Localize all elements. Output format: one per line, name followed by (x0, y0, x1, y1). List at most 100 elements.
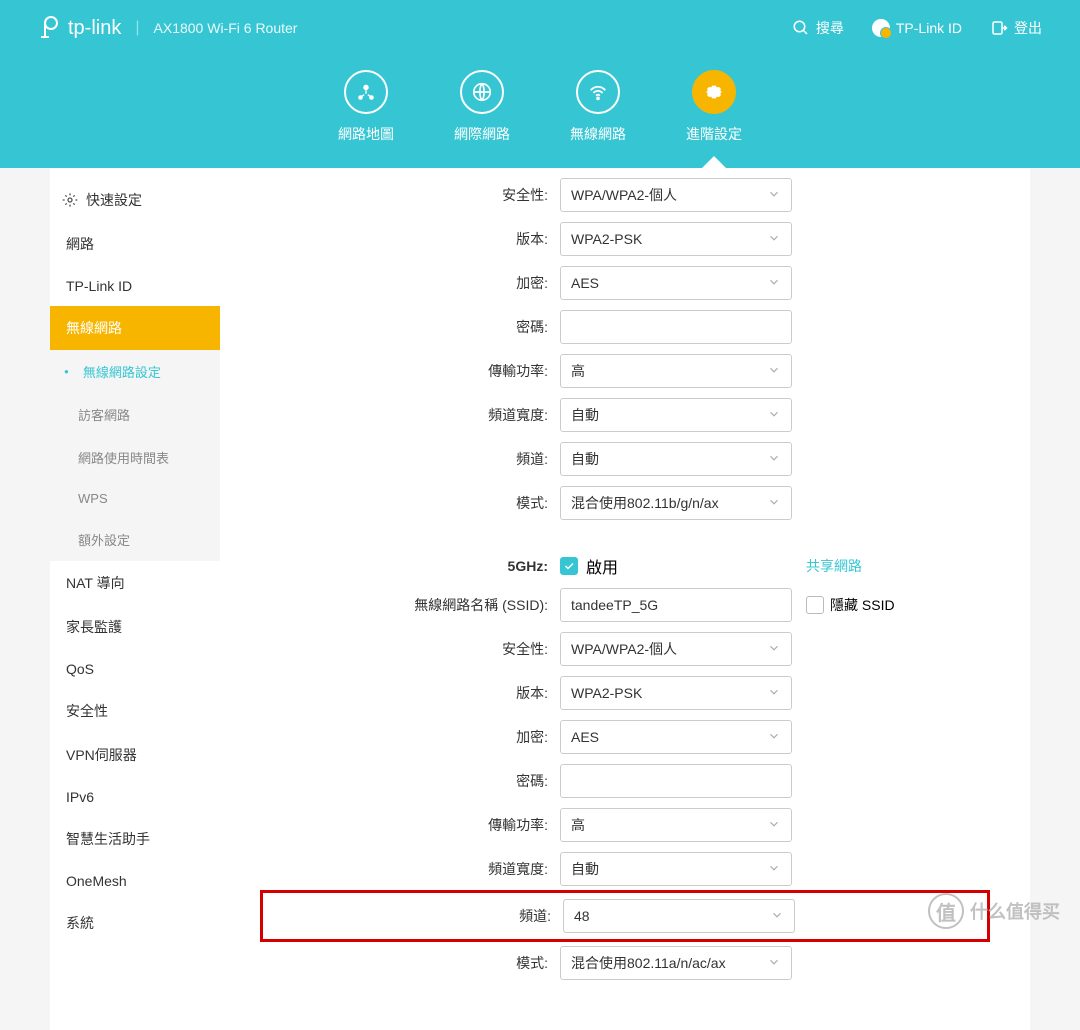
label-5ghz: 5GHz: (260, 558, 560, 574)
search-button[interactable]: 搜尋 (792, 18, 844, 38)
label-chanwidth-24: 頻道寬度: (260, 405, 560, 425)
network-map-icon (355, 81, 377, 103)
label-txpower-5g: 傳輸功率: (260, 815, 560, 835)
select-txpower-24[interactable]: 高 (560, 354, 792, 388)
chevron-down-icon (767, 451, 781, 468)
select-mode-5g[interactable]: 混合使用802.11a/n/ac/ax (560, 946, 792, 980)
select-chanwidth-24[interactable]: 自動 (560, 398, 792, 432)
chevron-down-icon (767, 861, 781, 878)
checkbox-hide-ssid-5g[interactable] (806, 596, 824, 614)
globe-icon (471, 81, 493, 103)
sidebar-sub-wireless-settings[interactable]: 無線網路設定 (50, 350, 220, 393)
sidebar-item-security[interactable]: 安全性 (50, 689, 220, 733)
chevron-down-icon (767, 955, 781, 972)
chevron-down-icon (767, 641, 781, 658)
sidebar-sub-wps[interactable]: WPS (50, 479, 220, 518)
label-mode-5g: 模式: (260, 953, 560, 973)
sidebar-item-wireless[interactable]: 無線網路 (50, 306, 220, 350)
chevron-down-icon (767, 275, 781, 292)
chevron-down-icon (770, 908, 784, 925)
brand-logo: tp-link (38, 15, 121, 41)
label-chanwidth-5g: 頻道寬度: (260, 859, 560, 879)
select-channel-5g[interactable]: 48 (563, 899, 795, 933)
sidebar-item-ipv6[interactable]: IPv6 (50, 777, 220, 817)
select-version-5g[interactable]: WPA2-PSK (560, 676, 792, 710)
chevron-down-icon (767, 231, 781, 248)
label-password-5g: 密碼: (260, 771, 560, 791)
sidebar-item-vpn[interactable]: VPN伺服器 (50, 733, 220, 777)
chevron-down-icon (767, 407, 781, 424)
sidebar-item-network[interactable]: 網路 (50, 222, 220, 266)
tplink-logo-icon (38, 15, 62, 41)
wifi-icon (587, 81, 609, 103)
select-security-24[interactable]: WPA/WPA2-個人 (560, 178, 792, 212)
sidebar-sub-guest-network[interactable]: 訪客網路 (50, 393, 220, 436)
sidebar: 快速設定 網路 TP-Link ID 無線網路 無線網路設定 訪客網路 網路使用… (50, 168, 220, 1030)
tplink-id-button[interactable]: TP-Link ID (872, 19, 962, 37)
label-ssid-5g: 無線網路名稱 (SSID): (260, 595, 560, 615)
label-security-5g: 安全性: (260, 639, 560, 659)
tab-internet[interactable]: 網際網路 (454, 70, 510, 144)
select-chanwidth-5g[interactable]: 自動 (560, 852, 792, 886)
search-icon (792, 19, 810, 37)
hide-ssid-label: 隱藏 SSID (830, 595, 895, 615)
gear-icon (62, 192, 78, 208)
sidebar-sub-schedule[interactable]: 網路使用時間表 (50, 436, 220, 479)
logout-button[interactable]: 登出 (990, 18, 1042, 38)
label-password-24: 密碼: (260, 317, 560, 337)
watermark-icon: 值 (928, 893, 964, 929)
watermark-text: 什么值得买 (970, 898, 1060, 924)
tplink-id-icon (872, 19, 890, 37)
chevron-down-icon (767, 729, 781, 746)
label-security-24: 安全性: (260, 185, 560, 205)
enable-label: 啟用 (586, 554, 618, 578)
label-encryption-24: 加密: (260, 273, 560, 293)
chevron-down-icon (767, 363, 781, 380)
sidebar-item-nat[interactable]: NAT 導向 (50, 561, 220, 605)
sidebar-item-smart[interactable]: 智慧生活助手 (50, 817, 220, 861)
checkbox-enable-5g[interactable] (560, 557, 578, 575)
input-password-24[interactable] (560, 310, 792, 344)
select-channel-24[interactable]: 自動 (560, 442, 792, 476)
sidebar-item-qos[interactable]: QoS (50, 649, 220, 689)
tab-network-map[interactable]: 網路地圖 (338, 70, 394, 144)
sidebar-item-system[interactable]: 系統 (50, 901, 220, 945)
select-security-5g[interactable]: WPA/WPA2-個人 (560, 632, 792, 666)
tab-wireless[interactable]: 無線網路 (570, 70, 626, 144)
select-txpower-5g[interactable]: 高 (560, 808, 792, 842)
label-version-5g: 版本: (260, 683, 560, 703)
input-ssid-5g[interactable]: tandeeTP_5G (560, 588, 792, 622)
select-mode-24[interactable]: 混合使用802.11b/g/n/ax (560, 486, 792, 520)
watermark: 值 什么值得买 (928, 893, 1060, 929)
content-panel: 安全性: WPA/WPA2-個人 版本: WPA2-PSK 加密: AES 密碼… (220, 168, 1030, 1030)
select-version-24[interactable]: WPA2-PSK (560, 222, 792, 256)
label-version-24: 版本: (260, 229, 560, 249)
sidebar-item-parental[interactable]: 家長監護 (50, 605, 220, 649)
select-encryption-24[interactable]: AES (560, 266, 792, 300)
tab-advanced[interactable]: 進階設定 (686, 70, 742, 144)
product-name: AX1800 Wi-Fi 6 Router (154, 20, 298, 36)
highlighted-channel-row: 頻道: 48 (260, 890, 990, 942)
logout-icon (990, 19, 1008, 37)
main-tabs: 網路地圖 網際網路 無線網路 進階設定 (0, 56, 1080, 168)
sidebar-item-onemesh[interactable]: OneMesh (50, 861, 220, 901)
label-mode-24: 模式: (260, 493, 560, 513)
chevron-down-icon (767, 817, 781, 834)
chevron-down-icon (767, 187, 781, 204)
chevron-down-icon (767, 495, 781, 512)
gear-icon (703, 81, 725, 103)
label-txpower-24: 傳輸功率: (260, 361, 560, 381)
chevron-down-icon (767, 685, 781, 702)
input-password-5g[interactable] (560, 764, 792, 798)
topbar: tp-link | AX1800 Wi-Fi 6 Router 搜尋 TP-Li… (0, 0, 1080, 56)
label-channel-5g: 頻道: (263, 906, 563, 926)
sidebar-item-tplink-id[interactable]: TP-Link ID (50, 266, 220, 306)
brand-name: tp-link (68, 17, 121, 40)
share-network-link[interactable]: 共享網路 (806, 556, 862, 576)
label-channel-24: 頻道: (260, 449, 560, 469)
sidebar-sub-extra[interactable]: 額外設定 (50, 518, 220, 561)
select-encryption-5g[interactable]: AES (560, 720, 792, 754)
label-encryption-5g: 加密: (260, 727, 560, 747)
divider: | (135, 19, 139, 37)
sidebar-item-quick-setup[interactable]: 快速設定 (50, 178, 220, 222)
